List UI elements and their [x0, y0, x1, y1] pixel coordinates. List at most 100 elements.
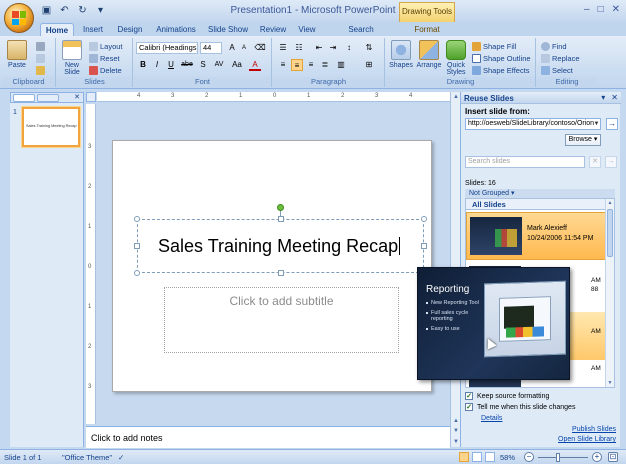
outline-tab[interactable] — [37, 94, 59, 102]
zoom-out-icon[interactable]: − — [524, 452, 534, 462]
align-center-icon[interactable]: ≡ — [291, 59, 303, 71]
zoom-slider-thumb[interactable] — [556, 453, 560, 462]
task-pane-menu-icon[interactable]: ▾ — [601, 93, 605, 102]
smartart-icon[interactable]: ⊞ — [363, 59, 375, 71]
tab-view[interactable]: View — [294, 23, 320, 36]
tab-design[interactable]: Design — [114, 23, 146, 36]
shrink-font-icon[interactable]: A — [238, 42, 250, 54]
copy-icon[interactable] — [36, 54, 45, 63]
slides-tab[interactable] — [13, 94, 35, 102]
shape-fill-button[interactable]: Shape Fill — [472, 42, 516, 51]
select-button[interactable]: Select — [541, 66, 573, 75]
line-spacing-icon[interactable]: ↕ — [343, 42, 355, 54]
char-spacing-button[interactable]: AV — [211, 59, 227, 71]
slide[interactable]: Sales Training Meeting Recap Click to ad… — [112, 140, 432, 392]
strikethrough-button[interactable]: abe — [179, 59, 195, 71]
publish-slides-link[interactable]: Publish Slides — [572, 426, 616, 433]
grow-font-icon[interactable]: A — [226, 42, 238, 54]
resize-handle-ne[interactable] — [421, 216, 427, 222]
search-slides-input[interactable]: Search slides — [465, 156, 585, 168]
increase-indent-icon[interactable]: ⇥ — [327, 42, 339, 54]
align-left-icon[interactable]: ≡ — [277, 59, 289, 71]
search-clear-icon[interactable]: ✕ — [589, 156, 601, 168]
change-case-button[interactable]: Aa — [229, 59, 245, 71]
fit-to-window-icon[interactable]: ⊡ — [608, 452, 618, 462]
slide-thumbnail[interactable]: Sales Training Meeting Recap — [22, 107, 80, 147]
browse-button[interactable]: Browse ▾ — [565, 134, 601, 146]
minimize-button[interactable]: – — [584, 4, 590, 15]
list-scroll-thumb[interactable] — [607, 209, 613, 257]
tab-slide-show[interactable]: Slide Show — [206, 23, 250, 36]
go-arrow-icon[interactable]: → — [606, 118, 618, 130]
vertical-ruler[interactable]: 3 2 1 0 1 2 3 — [86, 104, 96, 424]
notes-pane[interactable]: Click to add notes — [86, 426, 450, 448]
rotation-handle[interactable] — [277, 204, 284, 211]
tab-home[interactable]: Home — [40, 23, 74, 36]
numbering-icon[interactable]: ☷ — [293, 42, 305, 54]
resize-handle-sw[interactable] — [134, 270, 140, 276]
quick-styles-button[interactable]: Quick Styles — [444, 40, 468, 76]
previous-slide-icon[interactable]: ▲ — [452, 417, 460, 425]
shape-outline-button[interactable]: Shape Outline — [472, 54, 531, 63]
tab-animations[interactable]: Animations — [152, 23, 200, 36]
next-slide-icon[interactable]: ▼ — [452, 427, 460, 435]
reset-button[interactable]: Reset — [89, 54, 120, 63]
slide-source-input[interactable]: http://oesweb/SlideLibrary/contoso/Orion — [465, 118, 601, 130]
align-right-icon[interactable]: ≡ — [305, 59, 317, 71]
delete-slide-button[interactable]: Delete — [89, 66, 122, 75]
underline-button[interactable]: U — [165, 59, 177, 71]
resize-handle-nw[interactable] — [134, 216, 140, 222]
decrease-indent-icon[interactable]: ⇤ — [313, 42, 325, 54]
resize-handle-e[interactable] — [421, 243, 427, 249]
slide-sorter-icon[interactable] — [472, 452, 482, 462]
normal-view-icon[interactable] — [459, 452, 469, 462]
new-slide-button[interactable]: New Slide — [59, 40, 85, 76]
list-item[interactable]: Mark Alexieff 10/24/2006 11:54 PM — [466, 212, 606, 260]
zoom-level[interactable]: 58% — [500, 453, 515, 462]
format-painter-icon[interactable] — [36, 66, 45, 75]
font-name-combo[interactable]: Calibri (Headings) — [136, 42, 198, 54]
list-scroll-up-icon[interactable]: ▲ — [606, 200, 614, 206]
tab-selector[interactable] — [86, 92, 96, 102]
resize-handle-s[interactable] — [278, 270, 284, 276]
font-color-button[interactable]: A — [249, 59, 261, 71]
clear-formatting-icon[interactable]: ⌫ — [254, 42, 266, 54]
search-go-icon[interactable]: → — [605, 156, 617, 168]
cut-icon[interactable] — [36, 42, 45, 51]
shadow-button[interactable]: S — [197, 59, 209, 71]
shapes-button[interactable]: Shapes — [388, 40, 414, 69]
replace-button[interactable]: Replace — [541, 54, 580, 63]
keep-source-formatting-checkbox[interactable]: ✓ Keep source formatting — [465, 392, 549, 400]
shape-effects-button[interactable]: Shape Effects — [472, 66, 530, 75]
open-slide-library-link[interactable]: Open Slide Library — [558, 436, 616, 443]
maximize-button[interactable]: □ — [598, 4, 604, 15]
list-scrollbar[interactable]: ▲ ▼ — [605, 199, 614, 387]
details-link[interactable]: Details — [481, 415, 502, 422]
tab-search-commands[interactable]: Search Commands — [328, 23, 394, 47]
scroll-up-icon[interactable]: ▲ — [452, 93, 460, 101]
resize-handle-n[interactable] — [278, 216, 284, 222]
task-pane-close-icon[interactable]: ✕ — [611, 93, 618, 102]
layout-button[interactable]: Layout — [89, 42, 123, 51]
spell-check-icon[interactable]: ✓ — [118, 453, 124, 462]
italic-button[interactable]: I — [151, 59, 163, 71]
title-placeholder[interactable]: Sales Training Meeting Recap — [134, 204, 427, 276]
subtitle-placeholder[interactable]: Click to add subtitle — [164, 287, 399, 353]
paste-button[interactable]: Paste — [4, 40, 30, 69]
text-direction-icon[interactable]: ⇅ — [363, 42, 375, 54]
columns-icon[interactable]: ▥ — [335, 59, 347, 71]
bold-button[interactable]: B — [137, 59, 149, 71]
tab-insert[interactable]: Insert — [78, 23, 108, 36]
arrange-button[interactable]: Arrange — [416, 40, 442, 69]
find-button[interactable]: Find — [541, 42, 567, 51]
justify-icon[interactable]: ≣ — [319, 59, 331, 71]
font-size-combo[interactable]: 44 — [200, 42, 222, 54]
slide-title-text[interactable]: Sales Training Meeting Recap — [158, 236, 401, 257]
scroll-down-icon[interactable]: ▼ — [452, 438, 460, 446]
list-scroll-down-icon[interactable]: ▼ — [606, 380, 614, 386]
resize-handle-w[interactable] — [134, 243, 140, 249]
grouping-dropdown[interactable]: Not Grouped ▾ — [465, 189, 615, 198]
close-pane-icon[interactable]: ✕ — [74, 93, 80, 101]
tab-review[interactable]: Review — [256, 23, 290, 36]
horizontal-ruler[interactable]: 4 3 2 1 0 1 2 3 4 — [97, 92, 450, 102]
